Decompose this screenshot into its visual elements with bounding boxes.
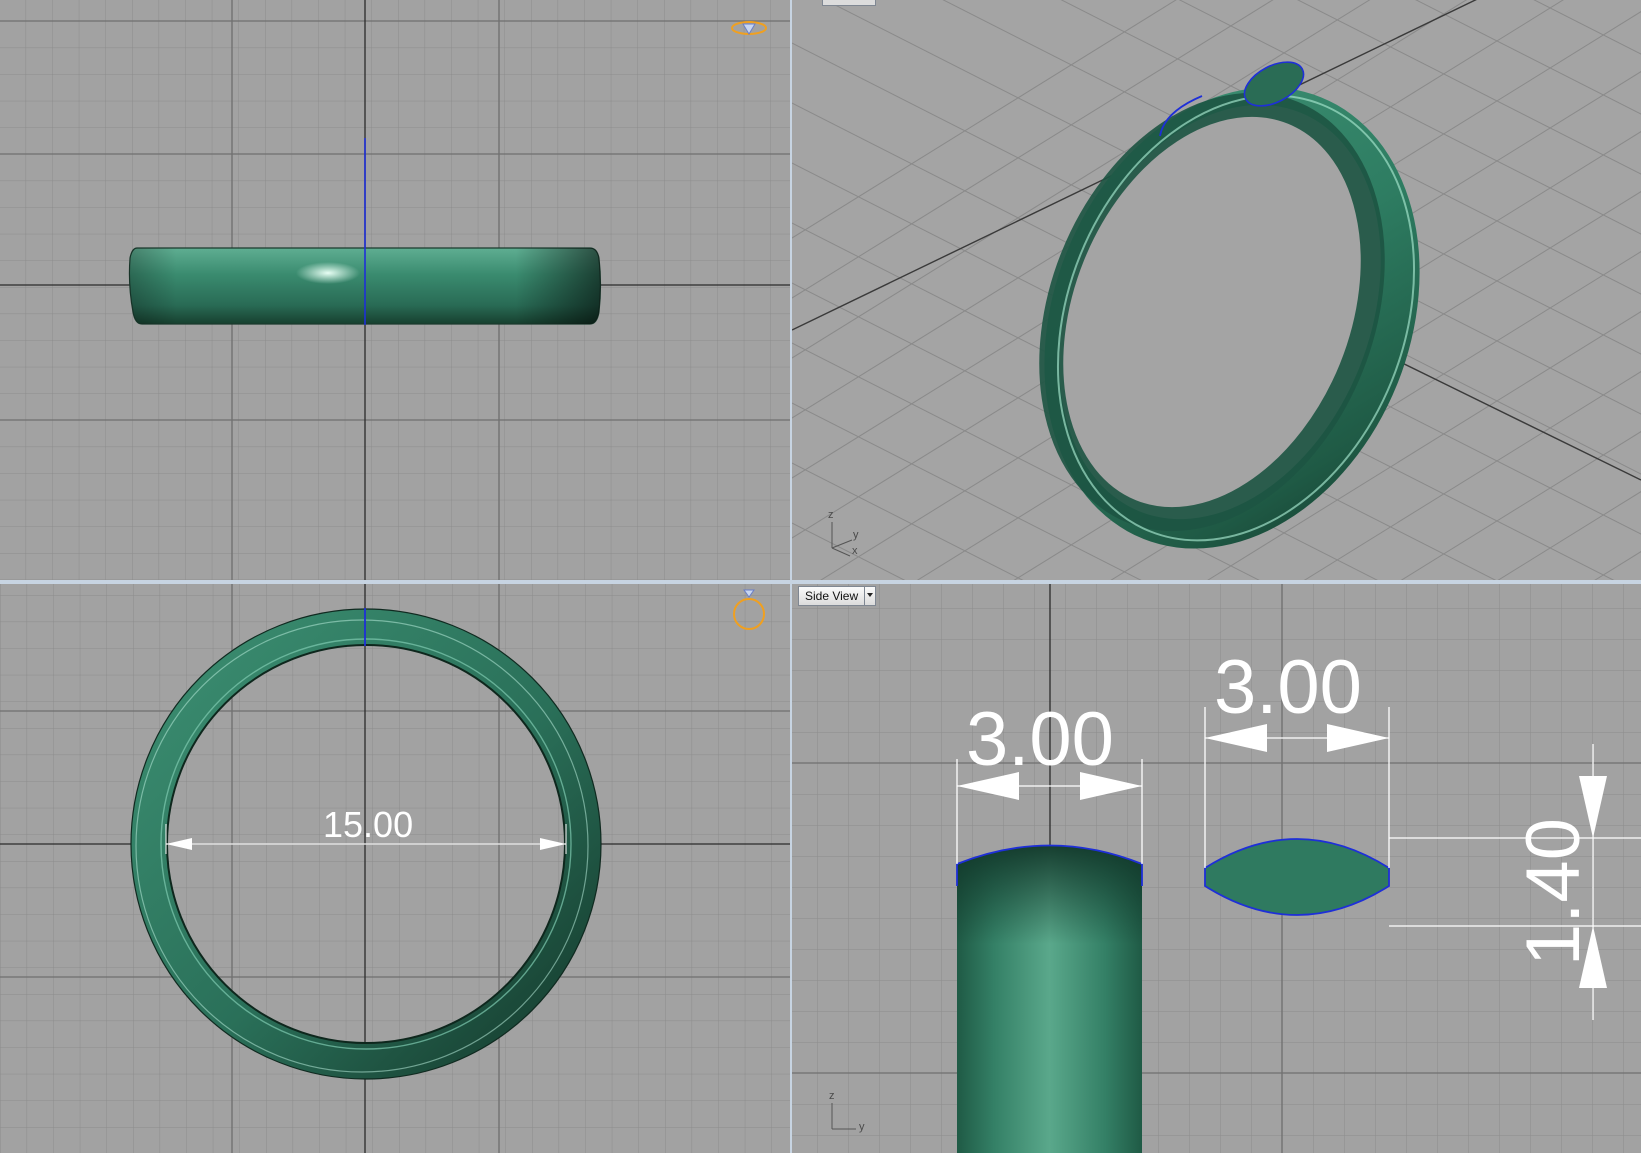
viewport-splitter-vertical[interactable] [790, 0, 792, 1153]
axis-label-y-side: y [859, 1121, 865, 1133]
perspective-canvas[interactable] [792, 0, 1641, 580]
viewport-splitter-horizontal[interactable] [0, 580, 1641, 584]
ring-shank-side[interactable] [956, 844, 1143, 1153]
viewport-front[interactable]: 15.00 [0, 584, 790, 1153]
viewport-top[interactable] [0, 0, 790, 580]
viewport-menu-chevron-down-icon[interactable] [864, 587, 875, 605]
viewport-area[interactable]: z y x 15.00 Side View 3.00 3.00 1.40 z y [0, 0, 1641, 1153]
top-view-canvas[interactable] [0, 0, 790, 580]
ring-diamond-top-icon[interactable] [728, 14, 770, 40]
viewport-label-side[interactable]: Side View [798, 586, 877, 606]
viewport-label-text: Side View [805, 589, 859, 603]
axis-label-z: z [828, 509, 834, 521]
axis-label-x: x [852, 545, 858, 557]
dimension-height-text: 1.40 [1510, 818, 1596, 966]
dimension-diameter-text: 15.00 [323, 804, 414, 845]
axis-label-z-side: z [829, 1090, 835, 1102]
dimension-width-2-text: 3.00 [1214, 645, 1362, 730]
dimension-width-1-text: 3.00 [966, 697, 1114, 782]
viewport-side[interactable]: Side View 3.00 3.00 1.40 z y [792, 584, 1641, 1153]
perspective-label-tab[interactable] [822, 0, 876, 6]
axis-label-y: y [853, 529, 859, 541]
front-view-canvas[interactable] [0, 584, 790, 1153]
viewport-perspective[interactable]: z y x [792, 0, 1641, 580]
ring-diamond-front-icon[interactable] [728, 584, 770, 632]
